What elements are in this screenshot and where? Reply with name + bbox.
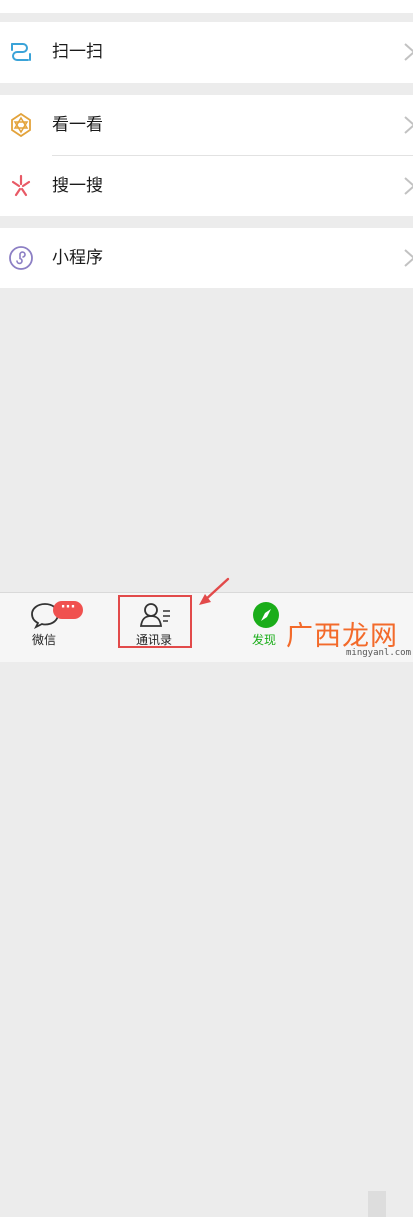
scan-group: 扫一扫: [0, 22, 413, 83]
previous-group-sliver: [0, 0, 413, 13]
watermark-url: mingyanl.com: [346, 648, 412, 658]
tab-chats-label: 微信: [32, 633, 57, 647]
tab-chats[interactable]: ··· 微信: [20, 593, 90, 662]
menu-item-search-label: 搜一搜: [52, 176, 103, 196]
compass-icon: [253, 602, 279, 628]
tab-discover-label: 发现: [252, 633, 277, 647]
mini-program-icon: [9, 246, 33, 270]
chevron-right-icon: [404, 43, 413, 61]
top-stories-icon: [11, 112, 31, 138]
scan-icon: [11, 43, 31, 61]
chevron-right-icon: [404, 249, 413, 267]
menu-item-mini-programs[interactable]: 小程序: [0, 228, 413, 288]
menu-item-scan[interactable]: 扫一扫: [0, 22, 413, 82]
search-sparkle-icon: [11, 174, 31, 197]
unread-badge: ···: [53, 601, 83, 619]
look-search-group: 看一看 搜一搜: [0, 95, 413, 216]
menu-item-look-label: 看一看: [52, 115, 103, 135]
annotation-arrow-icon: [199, 577, 230, 605]
mini-programs-group: 小程序: [0, 228, 413, 288]
chevron-right-icon: [404, 116, 413, 134]
menu-item-look[interactable]: 看一看: [0, 95, 413, 155]
contacts-highlight-box: [118, 595, 192, 648]
menu-item-search[interactable]: 搜一搜: [0, 156, 413, 216]
chevron-right-icon: [404, 177, 413, 195]
menu-item-scan-label: 扫一扫: [52, 42, 103, 62]
menu-item-mini-programs-label: 小程序: [52, 248, 103, 268]
tab-me-partial[interactable]: [368, 1191, 386, 1217]
